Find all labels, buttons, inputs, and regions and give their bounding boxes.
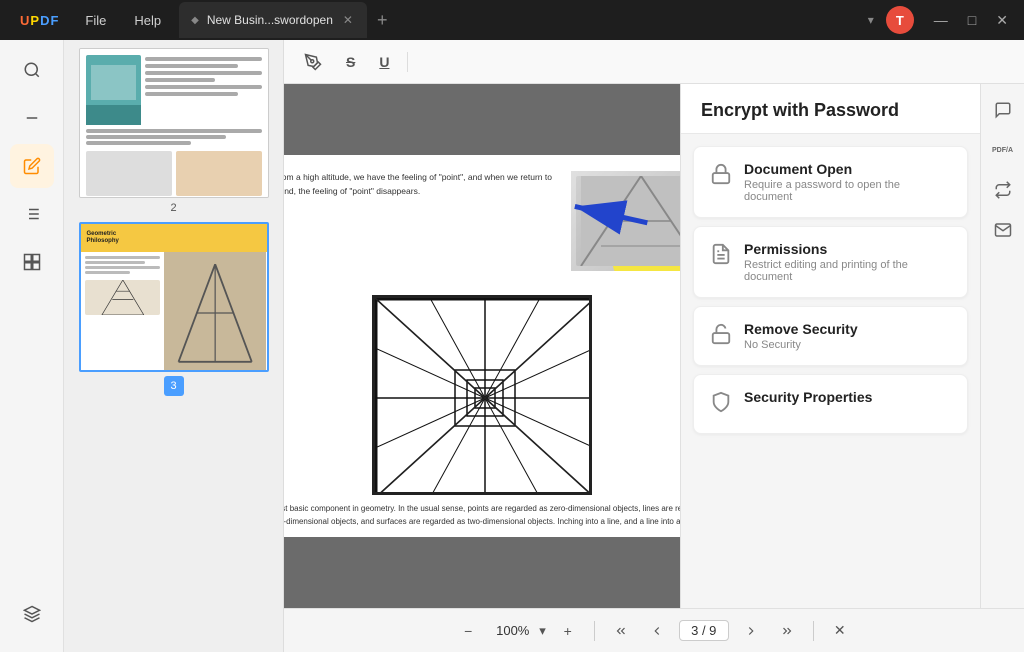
toolbar-divider — [407, 52, 408, 72]
tab-icon: ◆ — [191, 15, 199, 26]
close-view-button[interactable]: ✕ — [826, 617, 854, 645]
zoom-out-button[interactable]: − — [454, 617, 482, 645]
sidebar-icon-search[interactable] — [10, 48, 54, 92]
permissions-text: Permissions Restrict editing and printin… — [744, 241, 951, 283]
thumbnail-page-number-2: 2 — [170, 202, 176, 214]
toolbar: S U — [284, 40, 1024, 84]
remove-security-title: Remove Security — [744, 321, 858, 337]
first-page-button[interactable] — [607, 617, 635, 645]
title-bar-right: ▾ T — □ ✕ — [860, 6, 1024, 34]
right-toolbar-pdfa[interactable]: PDF/A — [985, 132, 1021, 168]
menu-help[interactable]: Help — [120, 0, 175, 40]
tab-area: ◆ New Busin...swordopen ✕ + — [175, 2, 860, 38]
sidebar-icon-collapse[interactable] — [10, 96, 54, 140]
permissions-subtitle: Restrict editing and printing of the doc… — [744, 259, 951, 283]
zoom-value: 100% — [490, 623, 535, 638]
next-page-button[interactable] — [737, 617, 765, 645]
prev-page-button[interactable] — [643, 617, 671, 645]
logo-text: UPDF — [20, 13, 59, 28]
toolbar-text-highlight[interactable] — [296, 49, 330, 75]
tab-dropdown-button[interactable]: ▾ — [860, 9, 882, 31]
document-open-text: Document Open Require a password to open… — [744, 161, 951, 203]
active-tab[interactable]: ◆ New Busin...swordopen ✕ — [179, 2, 367, 38]
permissions-title: Permissions — [744, 241, 951, 257]
bottom-bar: − 100% ▾ + ✕ — [284, 608, 1024, 652]
pdf-text-block: street from a high altitude, we have the… — [284, 171, 559, 271]
bottom-divider-2 — [813, 621, 814, 641]
main-area: 2 GeometricPhilosophy — [0, 40, 1024, 652]
toolbar-underline[interactable]: U — [371, 50, 397, 74]
security-properties-icon — [710, 391, 732, 419]
menu-bar: File Help — [71, 0, 175, 40]
security-properties-title: Security Properties — [744, 389, 872, 405]
remove-security-text: Remove Security No Security — [744, 321, 858, 351]
encrypt-option-document-open[interactable]: Document Open Require a password to open… — [693, 146, 968, 218]
thumbnail-page-2[interactable]: 2 — [72, 48, 275, 214]
right-toolbar-comment[interactable] — [985, 92, 1021, 128]
window-controls: — □ ✕ — [926, 8, 1016, 33]
last-page-button[interactable] — [773, 617, 801, 645]
content-area: street from a high altitude, we have the… — [284, 84, 1024, 608]
right-panel-header: Encrypt with Password — [681, 84, 980, 134]
document-open-title: Document Open — [744, 161, 951, 177]
sidebar-icon-layers[interactable] — [10, 592, 54, 636]
new-tab-button[interactable]: + — [367, 10, 398, 31]
security-properties-text: Security Properties — [744, 389, 872, 405]
right-panel: Encrypt with Password Document Open Requ… — [680, 84, 980, 608]
right-toolbar: PDF/A — [980, 84, 1024, 608]
pdf-bottom-text: the most basic component in geometry. In… — [284, 495, 680, 537]
remove-security-subtitle: No Security — [744, 339, 858, 351]
zoom-in-button[interactable]: + — [554, 617, 582, 645]
menu-file[interactable]: File — [71, 0, 120, 40]
thumbnail-panel: 2 GeometricPhilosophy — [64, 40, 284, 652]
encrypt-option-permissions[interactable]: Permissions Restrict editing and printin… — [693, 226, 968, 298]
page-input[interactable] — [679, 620, 729, 641]
thumbnail-page-3[interactable]: GeometricPhilosophy — [72, 222, 275, 396]
document-open-subtitle: Require a password to open the document — [744, 179, 951, 203]
left-sidebar — [0, 40, 64, 652]
geometric-drawing — [372, 295, 592, 495]
pdf-page-content: street from a high altitude, we have the… — [284, 155, 680, 537]
pdf-right-image — [571, 171, 680, 271]
sidebar-icon-pages[interactable] — [10, 240, 54, 284]
right-toolbar-mail[interactable] — [985, 212, 1021, 248]
sidebar-bottom — [10, 592, 54, 644]
pdf-viewer[interactable]: street from a high altitude, we have the… — [284, 84, 680, 608]
title-bar: UPDF File Help ◆ New Busin...swordopen ✕… — [0, 0, 1024, 40]
permissions-icon — [710, 243, 732, 271]
tab-close-button[interactable]: ✕ — [341, 11, 355, 29]
content-wrapper: S U street from a high altitude, we have… — [284, 40, 1024, 652]
zoom-dropdown-button[interactable]: ▾ — [539, 623, 546, 639]
sidebar-icon-list[interactable] — [10, 192, 54, 236]
close-button[interactable]: ✕ — [988, 8, 1016, 33]
bottom-divider-1 — [594, 621, 595, 641]
zoom-display: 100% ▾ — [490, 623, 546, 639]
right-toolbar-convert[interactable] — [985, 172, 1021, 208]
encrypt-option-security-properties[interactable]: Security Properties — [693, 374, 968, 434]
tab-title: New Busin...swordopen — [207, 13, 333, 27]
user-avatar[interactable]: T — [886, 6, 914, 34]
remove-security-icon — [710, 323, 732, 351]
sidebar-icon-edit[interactable] — [10, 144, 54, 188]
toolbar-strikethrough[interactable]: S — [338, 50, 363, 74]
maximize-button[interactable]: □ — [960, 8, 984, 33]
encrypt-option-remove-security[interactable]: Remove Security No Security — [693, 306, 968, 366]
right-panel-body: Document Open Require a password to open… — [681, 134, 980, 608]
minimize-button[interactable]: — — [926, 8, 956, 33]
thumbnail-page-badge-3: 3 — [164, 376, 184, 396]
app-logo: UPDF — [8, 13, 71, 28]
lock-icon — [710, 163, 732, 191]
